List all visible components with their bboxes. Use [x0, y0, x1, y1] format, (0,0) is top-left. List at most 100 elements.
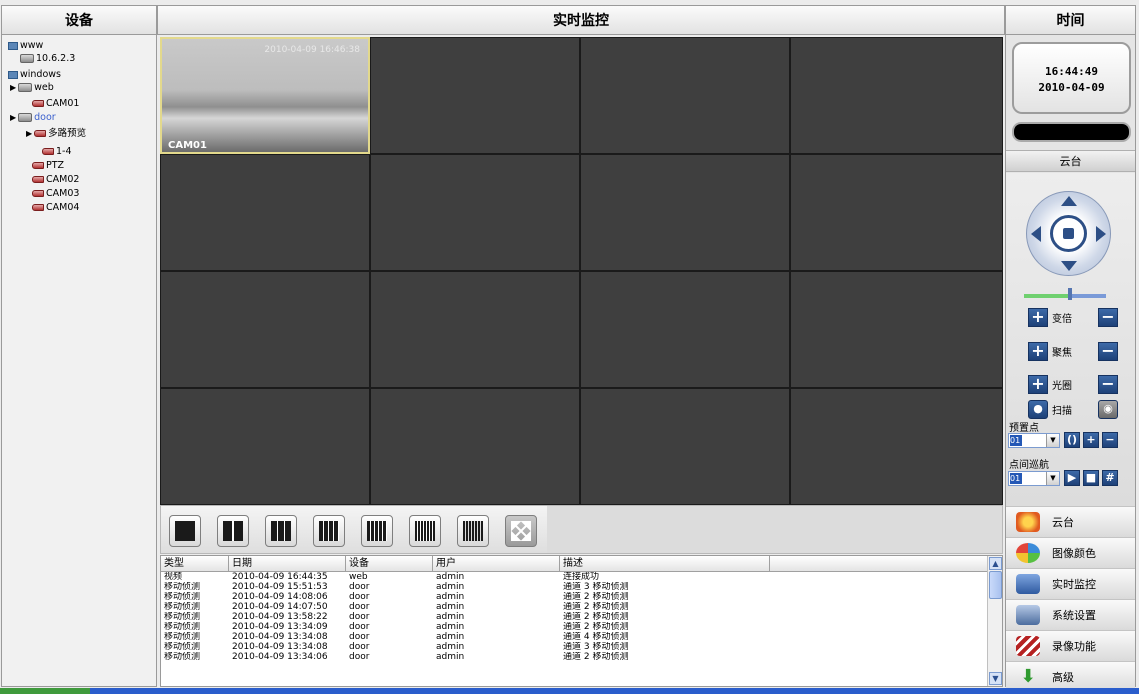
focus-in-button[interactable]: + [1028, 341, 1048, 361]
layout-1-button[interactable] [169, 515, 201, 547]
tree-node[interactable]: ▶ door [10, 111, 56, 124]
cruise-grid-button[interactable]: # [1102, 470, 1118, 486]
camera-icon [34, 130, 47, 137]
video-cell[interactable] [370, 37, 580, 154]
ptz-stop-button[interactable] [1050, 215, 1087, 252]
tree-node[interactable]: 1-4 [42, 145, 72, 158]
layout-64-button[interactable] [457, 515, 489, 547]
log-row[interactable]: 移动侦测 2010-04-09 13:34:08 door admin 通道 3 移动侦… [161, 642, 1002, 652]
log-scrollbar[interactable]: ▲ ▼ [987, 556, 1002, 686]
zoom-in-button[interactable]: + [1028, 307, 1048, 327]
tree-node[interactable]: ▶ 多路预览 [26, 127, 86, 140]
tree-node[interactable]: ▶ web [10, 81, 54, 94]
log-col-desc[interactable]: 描述 [560, 556, 770, 571]
preset-goto-button[interactable]: () [1064, 432, 1080, 448]
ptz-right-icon[interactable] [1096, 226, 1106, 242]
focus-out-button[interactable]: − [1098, 341, 1118, 361]
focus-label: 聚焦 [1052, 347, 1072, 359]
video-cell[interactable] [370, 388, 580, 505]
menu-image-color[interactable]: 图像颜色 [1006, 537, 1135, 568]
video-cell[interactable] [370, 154, 580, 271]
layout-4-button[interactable] [217, 515, 249, 547]
scroll-down-icon[interactable]: ▼ [989, 672, 1002, 685]
chevron-down-icon[interactable]: ▼ [1046, 472, 1059, 485]
iris-open-button[interactable]: + [1028, 374, 1048, 394]
ptz-speed-slider[interactable] [1024, 294, 1106, 298]
cruise-select[interactable]: 01 ▼ [1008, 471, 1060, 486]
chevron-down-icon[interactable]: ▼ [1046, 434, 1059, 447]
iris-close-button[interactable]: − [1098, 374, 1118, 394]
zoom-out-button[interactable]: − [1098, 307, 1118, 327]
log-col-date[interactable]: 日期 [229, 556, 346, 571]
scan-stop-button[interactable]: ◉ [1098, 399, 1118, 419]
ptz-speed-handle[interactable] [1068, 288, 1072, 300]
tree-node[interactable]: CAM03 [32, 187, 79, 200]
preset-select[interactable]: 01 ▼ [1008, 433, 1060, 448]
preset-add-button[interactable]: + [1083, 432, 1099, 448]
video-cell[interactable] [790, 154, 1003, 271]
tree-node[interactable]: 10.6.2.3 [20, 52, 75, 65]
video-cell[interactable] [790, 271, 1003, 388]
video-cell[interactable] [580, 37, 790, 154]
tree-node[interactable]: www [8, 39, 43, 52]
video-cell[interactable] [160, 271, 370, 388]
video-cell[interactable]: 2010-04-09 16:46:38 CAM01 [160, 37, 370, 154]
fullscreen-button[interactable] [505, 515, 537, 547]
layout-25-button[interactable] [361, 515, 393, 547]
video-cell[interactable] [580, 154, 790, 271]
cruise-play-button[interactable]: ▶ [1064, 470, 1080, 486]
log-row[interactable]: 视频 2010-04-09 16:44:35 web admin 连接成功 [161, 572, 1002, 582]
preset-delete-button[interactable]: − [1102, 432, 1118, 448]
log-col-user[interactable]: 用户 [433, 556, 560, 571]
video-cell[interactable] [580, 271, 790, 388]
scroll-thumb[interactable] [989, 571, 1002, 599]
ptz-left-icon[interactable] [1031, 226, 1041, 242]
video-cell[interactable] [790, 388, 1003, 505]
log-row[interactable]: 移动侦测 2010-04-09 13:34:09 door admin 通道 2 移动侦… [161, 622, 1002, 632]
layout-9-button[interactable] [265, 515, 297, 547]
scan-start-button[interactable]: ● [1028, 399, 1048, 419]
log-row[interactable]: 移动侦测 2010-04-09 15:51:53 door admin 通道 3 移动侦… [161, 582, 1002, 592]
tree-node[interactable]: PTZ [32, 159, 64, 172]
log-row[interactable]: 移动侦测 2010-04-09 13:34:06 door admin 通道 2 移动侦… [161, 652, 1002, 662]
tree-node[interactable]: windows [8, 68, 61, 81]
tree-node[interactable]: CAM04 [32, 201, 79, 214]
log-cell: 2010-04-09 13:58:22 [232, 612, 328, 622]
camera-icon [32, 100, 44, 107]
log-row[interactable]: 移动侦测 2010-04-09 13:34:08 door admin 通道 4 移动侦… [161, 632, 1002, 642]
expand-arrow-icon[interactable]: ▶ [10, 111, 16, 124]
video-cell[interactable] [160, 388, 370, 505]
devices-header: 设备 [1, 5, 157, 35]
video-cell[interactable] [370, 271, 580, 388]
camera-icon [42, 148, 54, 155]
ptz-title: 云台 [1006, 150, 1135, 172]
log-col-extra[interactable] [770, 556, 988, 571]
video-cell[interactable] [580, 388, 790, 505]
menu-ptz[interactable]: 云台 [1006, 506, 1135, 537]
expand-arrow-icon[interactable]: ▶ [10, 81, 16, 94]
scroll-up-icon[interactable]: ▲ [989, 557, 1002, 570]
video-grid: 2010-04-09 16:46:38 CAM01 [160, 37, 1003, 505]
log-col-type[interactable]: 类型 [161, 556, 229, 571]
menu-recording[interactable]: 录像功能 [1006, 630, 1135, 661]
ptz-up-icon[interactable] [1061, 196, 1077, 206]
ptz-joystick[interactable] [1026, 191, 1111, 276]
ptz-down-icon[interactable] [1061, 261, 1077, 271]
log-row[interactable]: 移动侦测 2010-04-09 14:08:06 door admin 通道 2 移动侦… [161, 592, 1002, 602]
log-col-device[interactable]: 设备 [346, 556, 433, 571]
menu-live-monitor[interactable]: 实时监控 [1006, 568, 1135, 599]
tree-node[interactable]: CAM01 [32, 97, 79, 110]
expand-arrow-icon[interactable]: ▶ [26, 127, 32, 140]
toolbar-filler [547, 506, 1002, 553]
log-cell: 通道 2 移动侦测 [563, 612, 629, 622]
video-cell[interactable] [790, 37, 1003, 154]
log-row[interactable]: 移动侦测 2010-04-09 14:07:50 door admin 通道 2 移动侦… [161, 602, 1002, 612]
log-row[interactable]: 移动侦测 2010-04-09 13:58:22 door admin 通道 2 移动侦… [161, 612, 1002, 622]
cruise-stop-button[interactable]: ■ [1083, 470, 1099, 486]
menu-system-settings[interactable]: 系统设置 [1006, 599, 1135, 630]
video-cell[interactable] [160, 154, 370, 271]
layout-36-button[interactable] [409, 515, 441, 547]
tree-node[interactable]: CAM02 [32, 173, 79, 186]
layout-16-button[interactable] [313, 515, 345, 547]
cruise-value: 01 [1010, 473, 1022, 484]
